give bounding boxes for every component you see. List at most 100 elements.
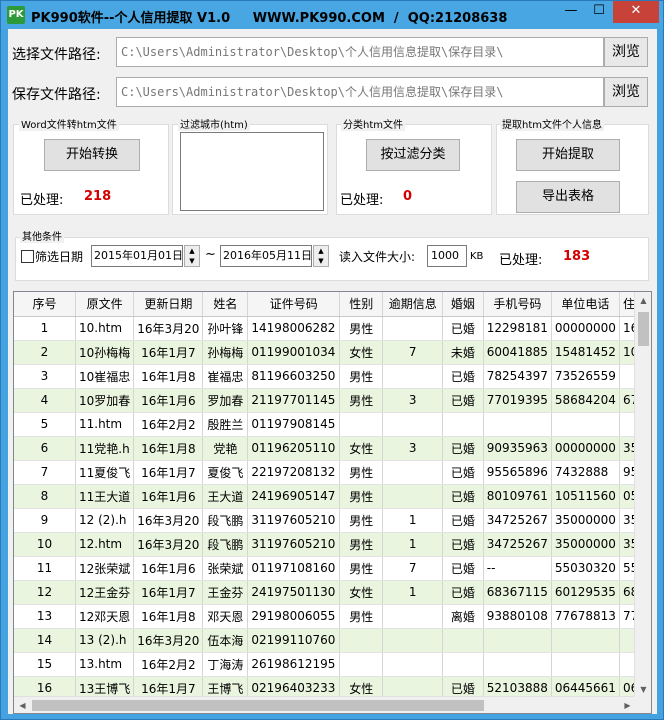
table-cell[interactable]: 02199110760 — [247, 628, 341, 653]
table-cell[interactable]: 未婚 — [442, 340, 484, 365]
vertical-scrollbar[interactable]: ▲ ▼ — [634, 292, 651, 698]
spin-up-icon[interactable]: ▲ — [185, 246, 199, 256]
table-cell[interactable]: 3 — [14, 364, 76, 389]
table-cell[interactable]: 离婚 — [442, 604, 484, 629]
table-cell[interactable]: 10511560 — [551, 484, 620, 509]
results-grid[interactable]: 序号原文件更新日期姓名证件号码性别逾期信息婚姻手机号码单位电话住宅 110.ht… — [13, 291, 652, 714]
column-header[interactable]: 更新日期 — [133, 292, 204, 317]
table-cell[interactable]: 14198006282 — [247, 316, 341, 341]
table-cell[interactable] — [382, 604, 443, 629]
table-row[interactable]: 11 12张荣斌 16年1月6 张荣斌 01197108160 男性 7 已婚 -- 550303… — [14, 556, 651, 581]
table-cell[interactable]: 10.htm — [75, 316, 135, 341]
table-row[interactable]: 4 10罗加春 16年1月6 罗加春 21197701145 男性 3 已婚 77019395 5… — [14, 388, 651, 413]
table-cell[interactable]: 2 — [14, 340, 76, 365]
column-header[interactable]: 姓名 — [202, 292, 249, 317]
table-cell[interactable]: 31197605210 — [247, 508, 341, 533]
table-row[interactable]: 14 13 (2).h 16年3月20 伍本海 02199110760 — [14, 628, 651, 653]
classify-button[interactable]: 按过滤分类 — [366, 139, 460, 171]
table-cell[interactable]: 男性 — [339, 364, 384, 389]
table-cell[interactable]: 1 — [382, 580, 443, 605]
table-cell[interactable]: 3 — [382, 388, 443, 413]
table-cell[interactable]: 16年1月8 — [133, 436, 204, 461]
table-cell[interactable]: 1 — [382, 508, 443, 533]
table-cell[interactable]: 崔福忠 — [202, 364, 249, 389]
column-header[interactable]: 性别 — [339, 292, 384, 317]
table-cell[interactable]: 王大道 — [202, 484, 249, 509]
table-cell[interactable]: 16年3月20 — [133, 508, 204, 533]
table-cell[interactable] — [551, 412, 620, 437]
start-convert-button[interactable]: 开始转换 — [44, 139, 140, 171]
table-cell[interactable]: 16年2月2 — [133, 412, 204, 437]
table-cell[interactable] — [442, 652, 484, 677]
table-cell[interactable]: 孙梅梅 — [202, 340, 249, 365]
table-cell[interactable]: 16年1月6 — [133, 556, 204, 581]
save-browse-button[interactable]: 浏览 — [604, 77, 648, 107]
table-cell[interactable]: 男性 — [339, 532, 384, 557]
table-cell[interactable]: 80109761 — [483, 484, 552, 509]
table-cell[interactable]: 58684204 — [551, 388, 620, 413]
table-cell[interactable] — [382, 652, 443, 677]
table-row[interactable]: 13 12邓天恩 16年1月8 邓天恩 29198006055 男性 离婚 93880108 7… — [14, 604, 651, 629]
table-cell[interactable] — [382, 460, 443, 485]
table-cell[interactable]: 已婚 — [442, 388, 484, 413]
table-cell[interactable] — [339, 652, 384, 677]
table-row[interactable]: 1 10.htm 16年3月20 孙叶锋 14198006282 男性 已婚 12298181… — [14, 316, 651, 341]
table-row[interactable]: 10 12.htm 16年3月20 段飞鹏 31197605210 男性 1 已婚 347252… — [14, 532, 651, 557]
table-row[interactable]: 6 11党艳.h 16年1月8 党艳 01196205110 女性 3 已婚 90935963 0… — [14, 436, 651, 461]
table-cell[interactable]: 01197908145 — [247, 412, 341, 437]
table-cell[interactable]: 3 — [382, 436, 443, 461]
date-from-input[interactable]: 2015年01月01日 — [91, 245, 183, 267]
table-cell[interactable]: 11 — [14, 556, 76, 581]
table-cell[interactable]: 女性 — [339, 340, 384, 365]
title-bar[interactable]: PK PK990软件--个人信用提取 V1.0 WWW.PK990.COM / … — [1, 1, 663, 29]
table-cell[interactable]: 29198006055 — [247, 604, 341, 629]
table-cell[interactable]: 8 — [14, 484, 76, 509]
table-cell[interactable] — [382, 364, 443, 389]
maximize-button[interactable]: ☐ — [585, 1, 613, 23]
table-cell[interactable]: 12 (2).h — [75, 508, 135, 533]
source-browse-button[interactable]: 浏览 — [604, 37, 648, 67]
table-cell[interactable]: 31197605210 — [247, 532, 341, 557]
table-cell[interactable]: 12邓天恩 — [75, 604, 135, 629]
table-cell[interactable]: 81196603250 — [247, 364, 341, 389]
table-cell[interactable]: 已婚 — [442, 316, 484, 341]
table-cell[interactable]: 女性 — [339, 580, 384, 605]
table-cell[interactable] — [551, 628, 620, 653]
filter-date-checkbox[interactable] — [21, 250, 34, 263]
table-cell[interactable]: 男性 — [339, 484, 384, 509]
table-cell[interactable]: 16年1月6 — [133, 484, 204, 509]
table-cell[interactable]: 殷胜兰 — [202, 412, 249, 437]
table-cell[interactable]: 7 — [382, 556, 443, 581]
table-cell[interactable]: 女性 — [339, 436, 384, 461]
table-cell[interactable]: 王金芬 — [202, 580, 249, 605]
table-row[interactable]: 9 12 (2).h 16年3月20 段飞鹏 31197605210 男性 1 已婚 34725… — [14, 508, 651, 533]
table-cell[interactable]: 已婚 — [442, 484, 484, 509]
table-cell[interactable]: 已婚 — [442, 460, 484, 485]
table-cell[interactable]: 73526559 — [551, 364, 620, 389]
table-row[interactable]: 2 10孙梅梅 16年1月7 孙梅梅 01199001034 女性 7 未婚 60041885 1… — [14, 340, 651, 365]
table-cell[interactable]: 00000000 — [551, 316, 620, 341]
table-cell[interactable]: 12.htm — [75, 532, 135, 557]
table-cell[interactable]: 1 — [382, 532, 443, 557]
scroll-left-icon[interactable]: ◀ — [14, 697, 31, 713]
table-cell[interactable]: 16年1月8 — [133, 364, 204, 389]
spin-down-icon[interactable]: ▼ — [314, 256, 328, 266]
table-cell[interactable]: 22197208132 — [247, 460, 341, 485]
table-cell[interactable]: 10 — [14, 532, 76, 557]
table-cell[interactable]: 34725267 — [483, 508, 552, 533]
table-cell[interactable]: 党艳 — [202, 436, 249, 461]
table-cell[interactable]: 21197701145 — [247, 388, 341, 413]
table-cell[interactable]: 12 — [14, 580, 76, 605]
table-cell[interactable]: 13 (2).h — [75, 628, 135, 653]
table-cell[interactable]: 12张荣斌 — [75, 556, 135, 581]
date-to-input[interactable]: 2016年05月11日 — [220, 245, 312, 267]
table-cell[interactable]: 16年1月7 — [133, 580, 204, 605]
table-row[interactable]: 15 13.htm 16年2月2 丁海涛 26198612195 — [14, 652, 651, 677]
table-cell[interactable]: 77019395 — [483, 388, 552, 413]
table-cell[interactable]: 60041885 — [483, 340, 552, 365]
date-to-spinner[interactable]: ▲ ▼ — [313, 245, 329, 267]
table-cell[interactable]: 01199001034 — [247, 340, 341, 365]
table-cell[interactable]: 7 — [382, 340, 443, 365]
table-cell[interactable]: 77678813 — [551, 604, 620, 629]
table-cell[interactable]: 已婚 — [442, 436, 484, 461]
